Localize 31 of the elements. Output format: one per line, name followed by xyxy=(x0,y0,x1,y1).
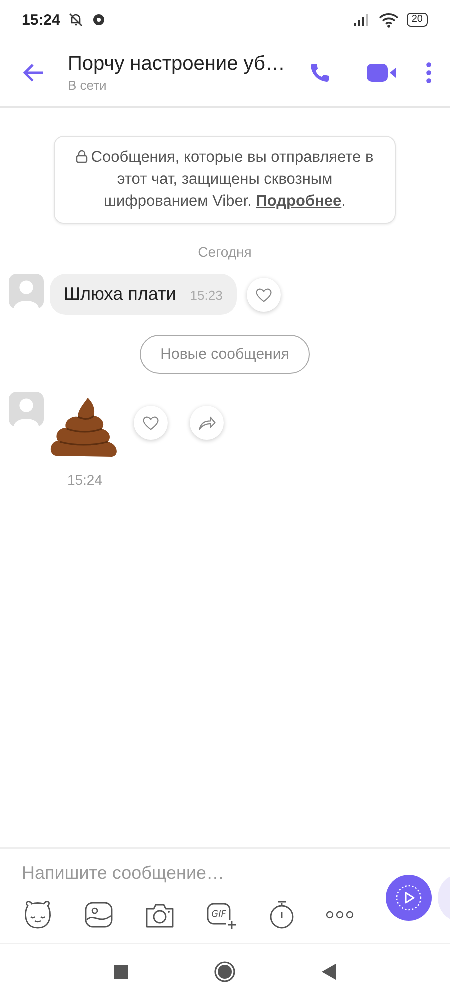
learn-more-link[interactable]: Подробнее xyxy=(256,193,342,210)
sticker-button[interactable] xyxy=(22,900,54,930)
more-button[interactable] xyxy=(326,910,354,920)
menu-icon xyxy=(426,62,432,84)
chat-title[interactable]: Порчу настроение уб… xyxy=(68,53,294,76)
message-time: 15:23 xyxy=(190,288,223,303)
date-divider: Сегодня xyxy=(198,244,252,260)
gif-button[interactable]: GIF xyxy=(206,900,238,930)
signal-icon xyxy=(352,13,371,27)
like-button[interactable] xyxy=(134,406,168,440)
gallery-button[interactable] xyxy=(84,901,114,929)
encryption-notice: Сообщения, которые вы отправляете в этот чат, защищены сквозным шифрованием Viber. Подробнее. xyxy=(75,147,375,213)
online-status: В сети xyxy=(68,78,108,93)
avatar-icon xyxy=(9,392,44,427)
video-camera-icon xyxy=(366,62,398,84)
share-button[interactable] xyxy=(190,406,224,440)
message-text: Шлюха плати xyxy=(64,284,176,305)
voice-message-button[interactable] xyxy=(386,875,432,921)
muted-bell-icon xyxy=(68,12,84,28)
new-messages-divider: Новые сообщения xyxy=(140,335,310,374)
avatar-icon xyxy=(9,274,44,309)
message-time: 15:24 xyxy=(67,472,103,488)
phone-icon xyxy=(308,61,332,85)
like-button[interactable] xyxy=(246,278,281,312)
sticker-drawing xyxy=(50,396,120,458)
timer-button[interactable] xyxy=(268,900,296,930)
wifi-icon xyxy=(378,12,399,28)
lock-icon xyxy=(76,150,88,163)
clock-time: 15:24 xyxy=(22,12,60,28)
battery-level: 20 xyxy=(406,13,428,27)
play-icon xyxy=(394,883,424,913)
